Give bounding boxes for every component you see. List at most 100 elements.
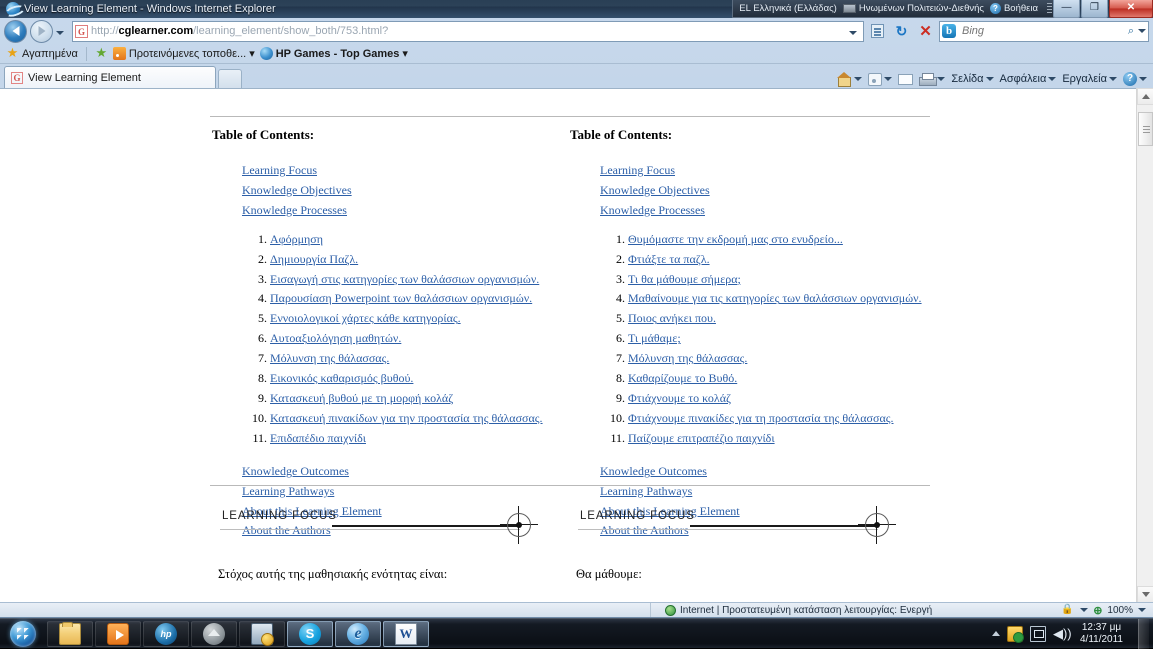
show-desktop-button[interactable] xyxy=(1138,619,1149,649)
tools-menu-button[interactable]: Εργαλεία xyxy=(1060,73,1119,85)
address-bar-dropdown[interactable] xyxy=(845,22,861,40)
section-rule-thin xyxy=(578,529,878,530)
chevron-down-icon[interactable] xyxy=(937,77,945,81)
toc-link-knowledge-objectives[interactable]: Knowledge Objectives xyxy=(600,182,930,199)
toc-link-knowledge-outcomes[interactable]: Knowledge Outcomes xyxy=(242,463,572,480)
close-button[interactable]: ✕ xyxy=(1109,0,1153,18)
add-to-favorites-bar-button[interactable]: ★ xyxy=(95,47,108,60)
taskbar-item-hp-support[interactable]: hp xyxy=(143,621,189,647)
taskbar-item-home-app[interactable] xyxy=(191,621,237,647)
chevron-down-icon[interactable] xyxy=(1080,608,1088,612)
chevron-down-icon[interactable] xyxy=(884,77,892,81)
page-scrollbar[interactable] xyxy=(1136,88,1153,603)
back-button[interactable] xyxy=(4,20,27,43)
toc-link[interactable]: Παίζουμε επιτραπέζιο παιχνίδι xyxy=(628,430,775,447)
toc-link-learning-focus[interactable]: Learning Focus xyxy=(242,162,572,179)
toc-link[interactable]: Ποιος ανήκει που. xyxy=(628,310,716,327)
compatibility-view-button[interactable] xyxy=(867,21,888,42)
toc-link-knowledge-processes[interactable]: Knowledge Processes xyxy=(600,202,930,219)
taskbar-item-microsoft-word[interactable] xyxy=(383,621,429,647)
toc-link[interactable]: Αφόρμηση xyxy=(270,231,323,248)
print-button[interactable] xyxy=(917,73,947,85)
toc-link[interactable]: Επιδαπέδιο παιχνίδι xyxy=(270,430,366,447)
home-button[interactable] xyxy=(835,73,864,86)
toc-link-learning-pathways[interactable]: Learning Pathways xyxy=(242,483,572,500)
toc-link[interactable]: Τι μάθαμε; xyxy=(628,330,681,347)
start-button[interactable] xyxy=(3,620,43,648)
favorites-button[interactable]: ★ Αγαπημένα xyxy=(6,47,78,60)
chevron-down-icon[interactable] xyxy=(1139,77,1147,81)
lock-icon[interactable]: 🔒 xyxy=(1061,604,1075,616)
search-box[interactable]: b ⌕ xyxy=(939,21,1149,42)
toc-link[interactable]: Καθαρίζουμε το Βυθό. xyxy=(628,370,737,387)
maximize-button[interactable]: ❐ xyxy=(1081,0,1108,18)
toc-link[interactable]: Μόλυνση της θάλασσας. xyxy=(270,350,389,367)
toc-link[interactable]: Δημιουργία Παζλ. xyxy=(270,251,358,268)
chevron-down-icon[interactable]: ▾ xyxy=(249,47,255,60)
minimize-button[interactable]: — xyxy=(1053,0,1080,18)
chevron-down-icon[interactable] xyxy=(1048,77,1056,81)
toc-link[interactable]: Φτιάξτε τα παζλ. xyxy=(628,251,710,268)
chevron-down-icon[interactable] xyxy=(854,77,862,81)
toc-link-knowledge-objectives[interactable]: Knowledge Objectives xyxy=(242,182,572,199)
toc-link-learning-focus[interactable]: Learning Focus xyxy=(600,162,930,179)
taskbar-item-windows-explorer[interactable] xyxy=(47,621,93,647)
address-bar[interactable]: G http://cglearner.com/learning_element/… xyxy=(72,21,864,42)
show-hidden-icons-chevron-up-icon[interactable] xyxy=(992,631,1000,636)
toc-link[interactable]: Τι θα μάθουμε σήμερα; xyxy=(628,271,741,288)
search-input[interactable] xyxy=(960,24,1124,38)
network-icon[interactable] xyxy=(1030,626,1046,642)
read-mail-button[interactable] xyxy=(896,74,915,85)
zoom-level-label[interactable]: 100% xyxy=(1107,605,1133,616)
scrollbar-thumb[interactable] xyxy=(1138,112,1153,146)
toc-link[interactable]: Εννοιολογικοί χάρτες κάθε κατηγορίας. xyxy=(270,310,461,327)
forward-button[interactable] xyxy=(30,20,53,43)
language-bar[interactable]: EL Ελληνικά (Ελλάδας) Ηνωμένων Πολιτειών… xyxy=(732,0,1057,18)
chevron-down-icon[interactable] xyxy=(986,77,994,81)
new-tab-button[interactable] xyxy=(218,69,242,88)
toc-link[interactable]: Εικονικός καθαρισμός βυθού. xyxy=(270,370,413,387)
toc-link[interactable]: Κατασκευή πινακίδων για την προστασία τη… xyxy=(270,410,543,427)
chevron-down-icon[interactable] xyxy=(1109,77,1117,81)
address-bar-row: G http://cglearner.com/learning_element/… xyxy=(0,18,1153,44)
language-bar-help[interactable]: ? Βοήθεια xyxy=(990,3,1038,14)
scroll-up-button[interactable] xyxy=(1137,88,1153,105)
scroll-down-button[interactable] xyxy=(1137,586,1153,603)
search-icon[interactable]: ⌕ xyxy=(1128,25,1134,38)
security-shield-icon[interactable] xyxy=(1007,626,1023,642)
page-menu-button[interactable]: Σελίδα xyxy=(949,73,995,85)
refresh-button[interactable]: ↻ xyxy=(891,21,912,42)
toc-link-learning-pathways[interactable]: Learning Pathways xyxy=(600,483,930,500)
toc-link[interactable]: Φτιάχνουμε το κολάζ xyxy=(628,390,731,407)
safety-menu-button[interactable]: Ασφάλεια xyxy=(998,73,1059,85)
clock[interactable]: 12:37 μμ 4/11/2011 xyxy=(1076,622,1127,646)
volume-speaker-icon[interactable]: ◀)) xyxy=(1053,626,1069,642)
stop-button[interactable]: ✕ xyxy=(915,21,936,42)
zoom-chevron-down-icon[interactable] xyxy=(1138,608,1146,612)
taskbar-item-windows-media-player[interactable] xyxy=(95,621,141,647)
toc-link[interactable]: Μαθαίνουμε για τις κατηγορίες των θαλάσσ… xyxy=(628,290,922,307)
favorites-bar-item-hp-games[interactable]: HP Games - Top Games ▾ xyxy=(260,47,408,60)
toc-link[interactable]: Φτιάχνουμε πινακίδες για τη προστασία τη… xyxy=(628,410,894,427)
toc-link[interactable]: Μόλυνση της θάλασσας. xyxy=(628,350,747,367)
security-zone-indicator[interactable]: Internet | Προστατευμένη κατάσταση λειτο… xyxy=(650,603,932,617)
keyboard-layout-indicator[interactable]: Ηνωμένων Πολιτειών-Διεθνής xyxy=(843,3,984,14)
taskbar-item-skype[interactable]: S xyxy=(287,621,333,647)
toc-link-knowledge-outcomes[interactable]: Knowledge Outcomes xyxy=(600,463,930,480)
toc-link[interactable]: Εισαγωγή στις κατηγορίες των θαλάσσιων ο… xyxy=(270,271,539,288)
favorites-bar-item-suggested-sites[interactable]: Προτεινόμενες τοποθε... ▾ xyxy=(113,47,255,60)
chevron-down-icon[interactable]: ▾ xyxy=(402,47,408,60)
taskbar-item-internet-explorer[interactable] xyxy=(335,621,381,647)
toc-link[interactable]: Αυτοαξιολόγηση μαθητών. xyxy=(270,330,401,347)
help-menu-button[interactable]: ? xyxy=(1121,72,1149,86)
taskbar-item-screen-capture[interactable] xyxy=(239,621,285,647)
toc-link[interactable]: Παρουσίαση Powerpoint των θαλάσσιων οργα… xyxy=(270,290,532,307)
input-language-indicator[interactable]: EL Ελληνικά (Ελλάδας) xyxy=(739,3,837,14)
tab-view-learning-element[interactable]: G View Learning Element xyxy=(4,66,216,88)
recent-pages-dropdown[interactable] xyxy=(56,22,69,40)
search-provider-chevron-down-icon[interactable] xyxy=(1138,29,1146,33)
toc-link[interactable]: Κατασκευή βυθού με τη μορφή κολάζ xyxy=(270,390,453,407)
feeds-button[interactable] xyxy=(866,73,894,86)
toc-link[interactable]: Θυμόμαστε την εκδρομή μας στο ενυδρείο..… xyxy=(628,231,843,248)
toc-link-knowledge-processes[interactable]: Knowledge Processes xyxy=(242,202,572,219)
